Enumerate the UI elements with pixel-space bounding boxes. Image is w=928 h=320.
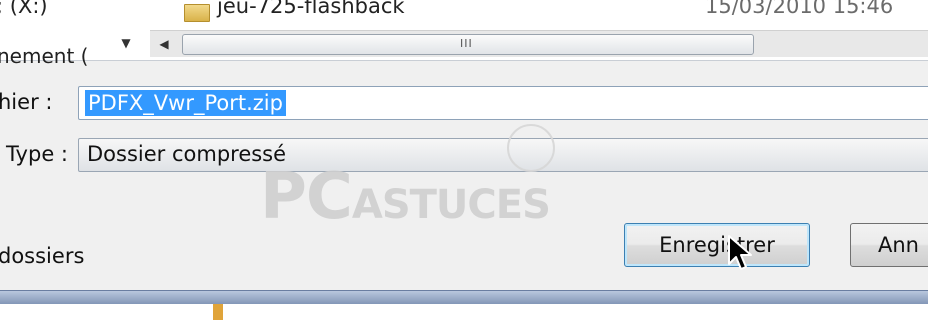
nav-pane-item[interactable]: nement ( <box>0 44 88 68</box>
folder-date: 15/03/2010 15:46 <box>705 0 894 18</box>
screen: ; (X:) jeu-725-flashback 15/03/2010 15:4… <box>0 0 928 320</box>
folder-icon <box>184 4 210 22</box>
filename-input[interactable]: PDFX_Vwr_Port.zip <box>78 86 928 120</box>
scrollbar-grip: III <box>460 37 473 50</box>
scrollbar-thumb[interactable]: III <box>182 34 754 55</box>
cancel-button[interactable]: Ann <box>850 223 928 267</box>
mouse-cursor-icon <box>728 235 752 270</box>
filename-label: hier : <box>0 90 53 114</box>
folder-name[interactable]: jeu-725-flashback <box>217 0 405 18</box>
type-select-value: Dossier compressé <box>87 142 287 166</box>
desktop-below <box>0 304 928 320</box>
hide-folders-link[interactable]: dossiers <box>0 244 84 268</box>
type-label: Type : <box>6 142 68 166</box>
file-list-row[interactable]: ; (X:) jeu-725-flashback 15/03/2010 15:4… <box>0 0 928 26</box>
horizontal-scrollbar[interactable]: ◀ III <box>150 30 928 57</box>
save-button[interactable]: Enregistrer <box>624 223 810 267</box>
file-list-pane: ; (X:) jeu-725-flashback 15/03/2010 15:4… <box>0 0 928 68</box>
window-bottom-bar <box>0 290 928 305</box>
taskbar-item <box>213 304 223 320</box>
chevron-left-icon[interactable]: ◀ <box>150 31 178 57</box>
watermark-astuces: ASTUCES <box>351 182 551 228</box>
drive-label: ; (X:) <box>0 0 48 18</box>
filename-selected-text: PDFX_Vwr_Port.zip <box>85 90 286 116</box>
chevron-down-icon[interactable]: ▼ <box>112 30 140 56</box>
save-dialog: ; (X:) jeu-725-flashback 15/03/2010 15:4… <box>0 0 928 305</box>
watermark-logo: PCASTUCES <box>260 160 551 234</box>
watermark-pc: PC <box>260 160 353 234</box>
